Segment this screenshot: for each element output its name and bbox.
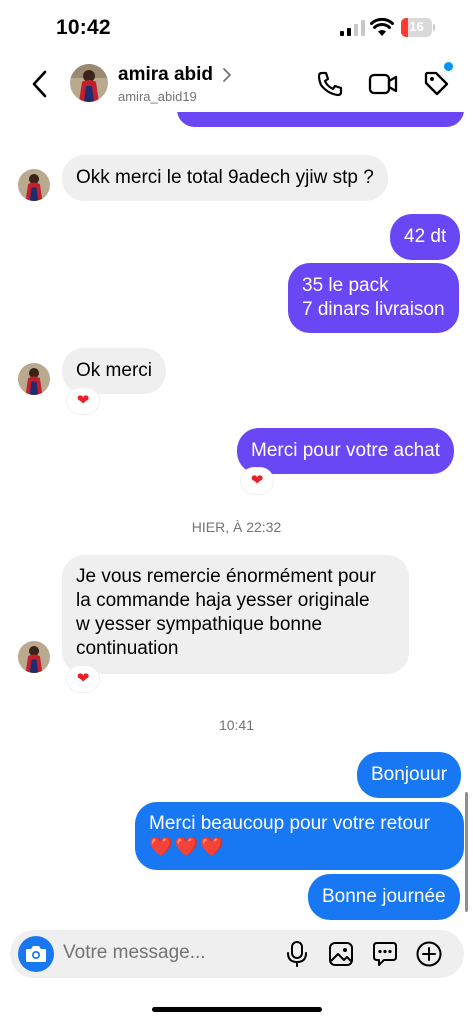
message-text: Ok merci xyxy=(76,360,152,381)
message-outgoing[interactable]: Merci beaucoup pour votre retour ❤️❤️❤️ xyxy=(135,802,464,870)
message-emojis: ❤️❤️❤️ xyxy=(149,837,226,858)
message-outgoing[interactable]: livraison xyxy=(177,112,464,127)
status-bar: 10:42 16 xyxy=(0,0,473,56)
message-composer[interactable]: Votre message... xyxy=(10,930,464,978)
cellular-signal-icon xyxy=(340,20,365,36)
contact-name[interactable]: amira abid xyxy=(118,64,213,86)
message-text: 35 le pack xyxy=(302,275,389,296)
heart-reaction[interactable]: ❤ xyxy=(241,468,273,494)
notification-dot xyxy=(444,62,453,71)
phone-icon[interactable] xyxy=(316,70,344,98)
heart-reaction[interactable]: ❤ xyxy=(67,388,99,414)
message-text: Bonne journée xyxy=(322,886,446,907)
message-list[interactable]: livraison Okk merci le total 9adech yjiw… xyxy=(0,112,473,924)
message-outgoing[interactable]: 35 le pack 7 dinars livraison xyxy=(288,263,459,333)
message-text: Je vous remercie énormément pour xyxy=(76,566,376,587)
message-incoming[interactable]: Je vous remercie énormément pour la comm… xyxy=(62,555,409,674)
message-text: livraison xyxy=(191,112,261,114)
gallery-icon[interactable] xyxy=(328,941,354,967)
message-outgoing[interactable]: Bonne journée xyxy=(308,874,460,920)
chat-header: amira abid amira_abid19 xyxy=(0,56,473,112)
message-outgoing[interactable]: Bonjouur xyxy=(357,752,462,798)
message-outgoing[interactable]: Merci pour votre achat xyxy=(237,428,455,474)
timestamp: HIER, À 22:32 xyxy=(191,519,282,535)
message-text: Merci pour votre achat xyxy=(251,440,441,461)
message-text: w yesser sympathique bonne xyxy=(76,614,323,635)
status-time: 10:42 xyxy=(56,16,111,39)
chevron-right-icon[interactable] xyxy=(221,66,233,84)
message-text: 7 dinars livraison xyxy=(302,299,445,320)
contact-avatar-small[interactable] xyxy=(18,363,50,395)
message-outgoing[interactable]: 42 dt xyxy=(390,214,461,260)
contact-avatar-small[interactable] xyxy=(18,641,50,673)
tag-icon[interactable] xyxy=(422,69,450,97)
home-indicator[interactable] xyxy=(152,1007,322,1012)
message-incoming[interactable]: Okk merci le total 9adech yjiw stp ? xyxy=(62,155,388,201)
heart-reaction[interactable]: ❤ xyxy=(67,666,99,692)
back-chevron-icon[interactable] xyxy=(28,68,52,100)
timestamp: 10:41 xyxy=(218,717,255,733)
message-input[interactable]: Votre message... xyxy=(63,942,206,964)
microphone-icon[interactable] xyxy=(286,940,308,968)
message-text: continuation xyxy=(76,638,179,659)
sticker-icon[interactable] xyxy=(372,941,398,967)
battery-indicator: 16 xyxy=(401,18,435,38)
message-text: la commande haja yesser originale xyxy=(76,590,370,611)
message-text: Okk merci le total 9adech yjiw stp ? xyxy=(76,167,374,188)
plus-icon[interactable] xyxy=(415,940,443,968)
video-camera-icon[interactable] xyxy=(368,71,398,97)
camera-icon xyxy=(26,946,46,962)
contact-avatar[interactable] xyxy=(70,64,108,102)
contact-avatar-small[interactable] xyxy=(18,169,50,201)
battery-level: 16 xyxy=(409,19,424,34)
camera-button[interactable] xyxy=(18,936,54,972)
message-text: Bonjouur xyxy=(371,764,448,785)
message-text: 42 dt xyxy=(404,226,447,247)
contact-username: amira_abid19 xyxy=(118,89,197,104)
wifi-icon xyxy=(370,17,394,36)
message-text: Merci beaucoup pour votre retour xyxy=(149,813,430,834)
scrollbar[interactable] xyxy=(465,792,468,912)
